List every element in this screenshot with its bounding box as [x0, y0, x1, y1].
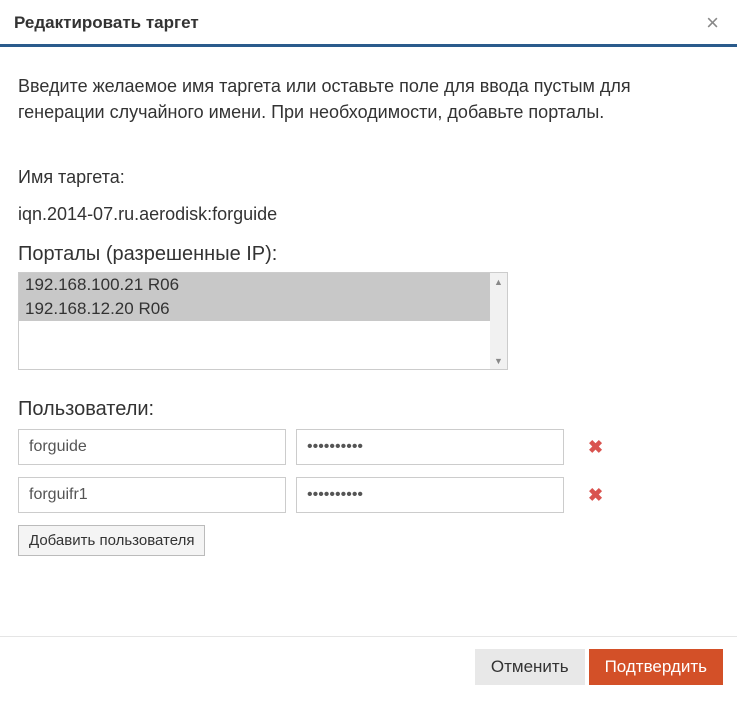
dialog-header: Редактировать таргет ×	[0, 0, 737, 47]
portals-select[interactable]: 192.168.100.21 R06 192.168.12.20 R06 ▲ ▼	[18, 272, 508, 370]
dialog-body: Введите желаемое имя таргета или оставьт…	[0, 47, 737, 566]
password-input[interactable]	[296, 477, 564, 513]
portal-option[interactable]: 192.168.100.21 R06	[19, 273, 490, 297]
portal-option[interactable]: 192.168.12.20 R06	[19, 297, 490, 321]
user-row: ✖	[18, 477, 719, 513]
scroll-down-icon[interactable]: ▼	[490, 352, 507, 369]
target-name-label: Имя таргета:	[18, 167, 719, 188]
delete-user-icon[interactable]: ✖	[584, 437, 607, 458]
delete-user-icon[interactable]: ✖	[584, 485, 607, 506]
portals-label: Порталы (разрешенные IP):	[18, 243, 719, 266]
username-input[interactable]	[18, 477, 286, 513]
password-input[interactable]	[296, 429, 564, 465]
users-label: Пользователи:	[18, 398, 719, 421]
scrollbar[interactable]: ▲ ▼	[490, 273, 507, 369]
confirm-button[interactable]: Подтвердить	[589, 649, 723, 685]
add-user-button[interactable]: Добавить пользователя	[18, 525, 205, 556]
username-input[interactable]	[18, 429, 286, 465]
instruction-text: Введите желаемое имя таргета или оставьт…	[18, 73, 719, 125]
user-row: ✖	[18, 429, 719, 465]
scroll-up-icon[interactable]: ▲	[490, 273, 507, 290]
edit-target-dialog: Редактировать таргет × Введите желаемое …	[0, 0, 737, 699]
close-icon[interactable]: ×	[702, 12, 723, 34]
cancel-button[interactable]: Отменить	[475, 649, 585, 685]
dialog-footer: Отменить Подтвердить	[0, 636, 737, 699]
target-name-value: iqn.2014-07.ru.aerodisk:forguide	[18, 204, 719, 225]
portals-list[interactable]: 192.168.100.21 R06 192.168.12.20 R06	[19, 273, 490, 369]
dialog-title: Редактировать таргет	[14, 13, 199, 33]
